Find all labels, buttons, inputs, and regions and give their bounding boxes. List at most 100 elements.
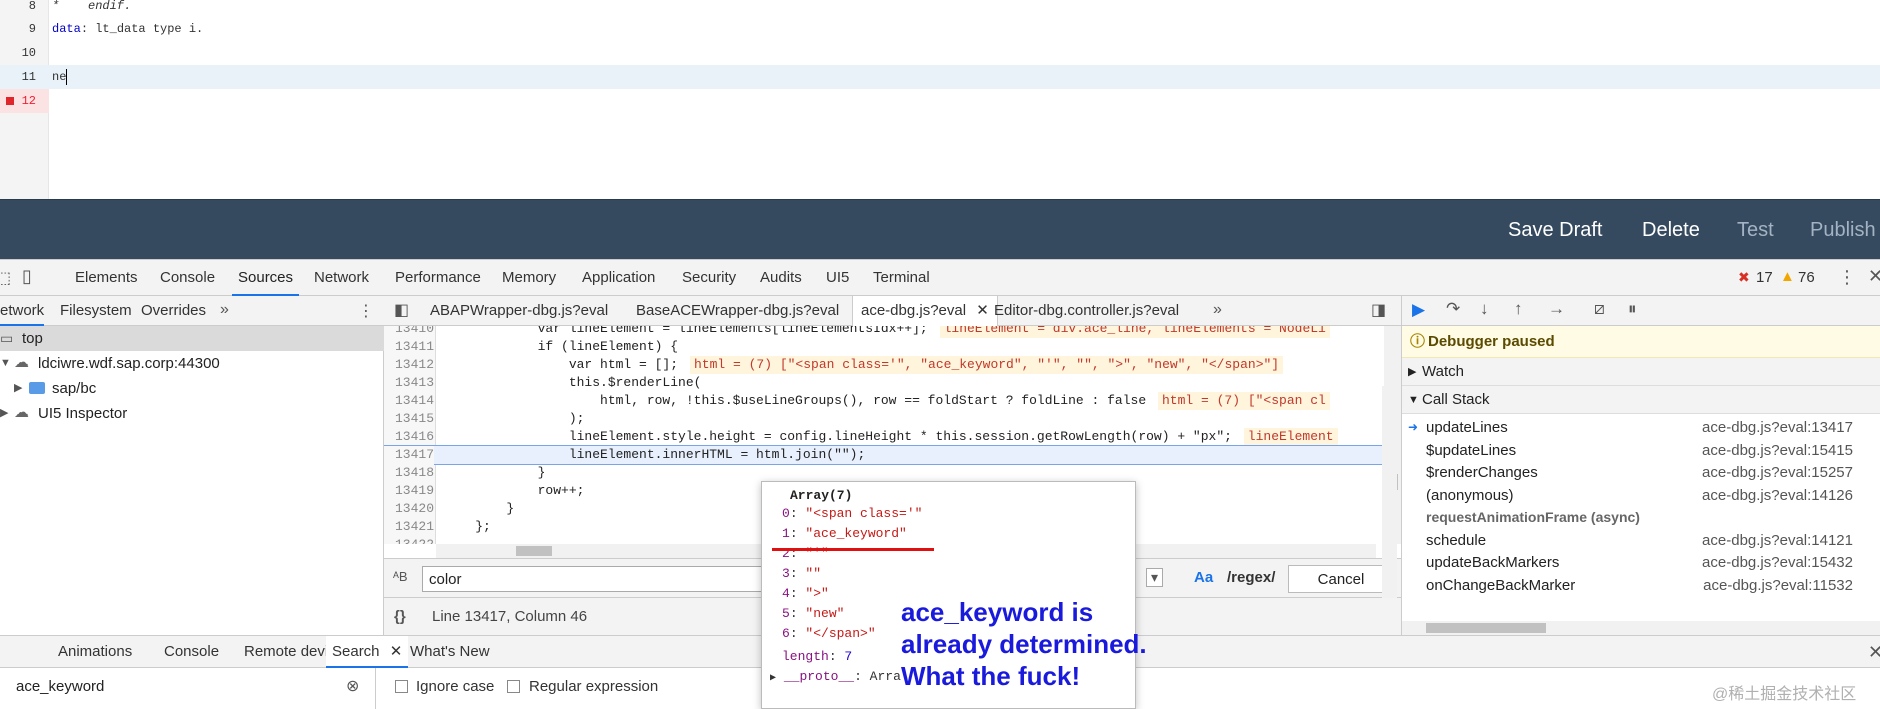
global-search-input[interactable]: ace_keyword bbox=[16, 678, 104, 695]
pause-on-exceptions-icon[interactable]: ⏸ bbox=[1628, 299, 1637, 319]
code-line[interactable]: 13415 ); bbox=[384, 410, 1401, 428]
device-toolbar-icon[interactable]: ▯ bbox=[22, 266, 32, 287]
code-line[interactable]: 13412 var html = []; html = (7) ["<span c… bbox=[384, 356, 1401, 374]
code-line[interactable]: 13413 this.$renderLine( bbox=[384, 374, 1401, 392]
line-number[interactable]: 13422 bbox=[384, 536, 434, 544]
deactivate-breakpoints-icon[interactable]: ⧄ bbox=[1594, 299, 1605, 319]
tab-audits[interactable]: Audits bbox=[760, 260, 802, 296]
file-tab-ace-dbg[interactable]: ace-dbg.js?eval ✕ bbox=[852, 296, 998, 327]
call-stack-section-header[interactable]: ▼ Call Stack bbox=[1402, 386, 1880, 414]
publish-button[interactable]: Publish bbox=[1810, 200, 1876, 260]
tab-application[interactable]: Application bbox=[582, 260, 655, 296]
more-tabs-chevron-icon[interactable]: » bbox=[220, 301, 229, 319]
tab-security[interactable]: Security bbox=[682, 260, 736, 296]
tree-item-top[interactable]: ▭ top bbox=[0, 326, 384, 351]
tab-console[interactable]: Console bbox=[160, 260, 215, 296]
line-number[interactable]: 13415 bbox=[384, 410, 434, 428]
replace-toggle-icon[interactable]: ᴬB bbox=[393, 569, 408, 584]
drawer-tab-animations[interactable]: Animations bbox=[58, 636, 132, 668]
match-case-toggle[interactable]: Aa bbox=[1194, 569, 1213, 586]
collapsed-triangle-icon[interactable]: ▶ bbox=[14, 376, 22, 401]
file-tab-abapwrapper[interactable]: ABAPWrapper-dbg.js?eval bbox=[430, 296, 608, 326]
abap-editor[interactable]: 8 * endif. 9 data: lt_data type i. 10 11… bbox=[0, 0, 1880, 199]
warning-count[interactable]: 76 bbox=[1798, 260, 1815, 296]
editor-line[interactable]: 8 * endif. bbox=[0, 0, 1880, 18]
close-drawer-icon[interactable]: ✕ bbox=[1868, 642, 1880, 663]
editor-line[interactable]: 10 bbox=[0, 41, 1880, 65]
step-icon[interactable]: → bbox=[1548, 299, 1565, 319]
delete-button[interactable]: Delete bbox=[1642, 200, 1700, 260]
clear-search-icon[interactable]: ⊗ bbox=[346, 676, 359, 696]
tab-sources[interactable]: Sources bbox=[231, 260, 300, 296]
tab-terminal[interactable]: Terminal bbox=[873, 260, 930, 296]
code-line[interactable]: 13416 lineElement.style.height = config.… bbox=[384, 428, 1401, 446]
line-number[interactable]: 13416 bbox=[384, 428, 434, 446]
drawer-tab-search[interactable]: Search ✕ bbox=[326, 636, 409, 668]
line-number[interactable]: 13417 bbox=[384, 446, 434, 464]
step-over-icon[interactable]: ↷ bbox=[1446, 299, 1460, 319]
editor-line-active[interactable]: 11 ne bbox=[0, 65, 1880, 89]
tab-filesystem[interactable]: Filesystem bbox=[60, 296, 132, 326]
drawer-tab-console[interactable]: Console bbox=[164, 636, 219, 668]
resume-icon[interactable]: ▶ bbox=[1412, 300, 1425, 320]
tree-item-ui5-inspector[interactable]: ▶ ☁ UI5 Inspector bbox=[0, 401, 384, 426]
regex-toggle[interactable]: /regex/ bbox=[1227, 569, 1275, 586]
frame-location[interactable]: ace-dbg.js?eval:11532 bbox=[1703, 572, 1853, 599]
watch-section-header[interactable]: ▶ Watch bbox=[1402, 358, 1880, 386]
scroll-thumb[interactable] bbox=[1426, 623, 1546, 633]
expanded-triangle-icon[interactable]: ▼ bbox=[0, 351, 11, 376]
collapsed-triangle-icon[interactable]: ▶ bbox=[0, 401, 8, 426]
error-count-icon[interactable]: ✖ bbox=[1738, 269, 1750, 286]
warning-count-icon[interactable]: ▲ bbox=[1780, 268, 1795, 285]
code-line[interactable]: 13414 html, row, !this.$useLineGroups(),… bbox=[384, 392, 1401, 410]
error-count[interactable]: 17 bbox=[1756, 260, 1773, 296]
code-line[interactable]: 13418 } bbox=[384, 464, 1401, 482]
editor-line-error[interactable]: 12 bbox=[0, 89, 1880, 113]
cancel-find-button[interactable]: Cancel bbox=[1288, 565, 1394, 593]
pretty-print-icon[interactable]: {} bbox=[394, 598, 406, 635]
ignore-case-checkbox[interactable] bbox=[395, 680, 408, 693]
line-number[interactable]: 13420 bbox=[384, 500, 434, 518]
step-into-icon[interactable]: ↓ bbox=[1480, 299, 1489, 319]
tab-network[interactable]: Network bbox=[314, 260, 369, 296]
inspect-element-icon[interactable]: ⬚ bbox=[0, 268, 11, 288]
file-tab-editor-controller[interactable]: Editor-dbg.controller.js?eval bbox=[994, 296, 1179, 326]
code-line-current[interactable]: 13417 lineElement.innerHTML = html.join(… bbox=[384, 445, 1401, 465]
close-tab-icon[interactable]: ✕ bbox=[976, 302, 989, 319]
close-tab-icon[interactable]: ✕ bbox=[390, 643, 403, 660]
devtools-side-scrollbar[interactable] bbox=[1382, 386, 1397, 598]
save-draft-button[interactable]: Save Draft bbox=[1508, 200, 1602, 260]
tab-elements[interactable]: Elements bbox=[75, 260, 138, 296]
code-line[interactable]: 13411 if (lineElement) { bbox=[384, 338, 1401, 356]
tab-performance[interactable]: Performance bbox=[395, 260, 481, 296]
line-number[interactable]: 13418 bbox=[384, 464, 434, 482]
line-number[interactable]: 13411 bbox=[384, 338, 434, 356]
tree-item-domain[interactable]: ▼ ☁ ldciwre.wdf.sap.corp:44300 bbox=[0, 351, 384, 376]
toggle-debugger-icon[interactable]: ◨ bbox=[1371, 300, 1386, 320]
line-number[interactable]: 13419 bbox=[384, 482, 434, 500]
scroll-thumb[interactable] bbox=[516, 546, 552, 556]
toggle-navigator-icon[interactable]: ◧ bbox=[394, 300, 409, 320]
file-tab-baseacewrapper[interactable]: BaseACEWrapper-dbg.js?eval bbox=[636, 296, 839, 326]
line-number[interactable]: 13413 bbox=[384, 374, 434, 392]
find-next-dropdown-icon[interactable]: ▾ bbox=[1146, 568, 1164, 587]
regular-expression-checkbox[interactable] bbox=[507, 680, 520, 693]
call-frame[interactable]: onChangeBackMarker ace-dbg.js?eval:11532 bbox=[1402, 572, 1880, 599]
line-number[interactable]: 13410 bbox=[384, 326, 434, 338]
tab-memory[interactable]: Memory bbox=[502, 260, 556, 296]
collapsed-triangle-icon[interactable]: ▶ bbox=[770, 673, 776, 684]
more-files-chevron-icon[interactable]: » bbox=[1213, 301, 1222, 319]
line-number[interactable]: 13412 bbox=[384, 356, 434, 374]
navigator-menu-icon[interactable]: ⋮ bbox=[358, 301, 374, 321]
more-options-icon[interactable]: ⋮ bbox=[1838, 267, 1856, 288]
tree-item-folder[interactable]: ▶ sap/bc bbox=[0, 376, 384, 401]
tab-overrides[interactable]: Overrides bbox=[141, 296, 206, 326]
code-line[interactable]: 13410 var lineElement = lineElements[lin… bbox=[384, 326, 1401, 338]
tab-network-navigator[interactable]: etwork bbox=[0, 296, 45, 326]
proto-row[interactable]: ▶ __proto__: Arra bbox=[770, 667, 901, 687]
step-out-icon[interactable]: ↑ bbox=[1514, 299, 1523, 319]
test-button[interactable]: Test bbox=[1737, 200, 1774, 260]
drawer-tab-whats-new[interactable]: What's New bbox=[410, 636, 490, 668]
editor-line[interactable]: 9 data: lt_data type i. bbox=[0, 17, 1880, 41]
tab-ui5[interactable]: UI5 bbox=[826, 260, 849, 296]
